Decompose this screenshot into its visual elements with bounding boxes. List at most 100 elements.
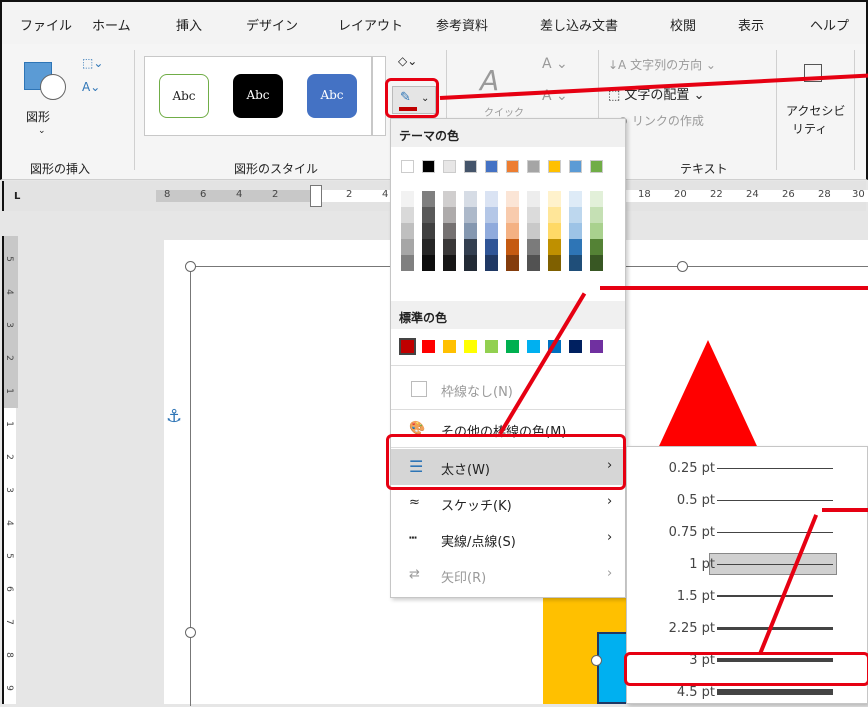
weight-option[interactable]: 2.25 pt (627, 613, 867, 643)
menu-item-no-outline[interactable]: 枠線なし(N) (391, 371, 625, 407)
theme-shade-swatch[interactable] (443, 223, 456, 239)
theme-shade-swatch[interactable] (422, 239, 435, 255)
theme-shade-swatch[interactable] (527, 223, 540, 239)
standard-color-swatch[interactable] (485, 340, 498, 353)
theme-shade-swatch[interactable] (401, 191, 414, 207)
theme-shade-swatch[interactable] (569, 223, 582, 239)
theme-shade-swatch[interactable] (422, 191, 435, 207)
gallery-scroll[interactable] (372, 56, 386, 136)
tab-insert[interactable]: 挿入 (176, 15, 202, 34)
vertical-ruler[interactable]: 5 4 3 2 1 1 2 3 4 5 6 7 8 9 (2, 236, 18, 704)
standard-color-swatch[interactable] (569, 340, 582, 353)
theme-color-swatch[interactable] (443, 160, 456, 173)
theme-shade-swatch[interactable] (527, 207, 540, 223)
standard-color-swatch[interactable] (464, 340, 477, 353)
menu-item-dash[interactable]: ┅ 実線/点線(S) › (391, 521, 625, 557)
edit-shape-icon[interactable]: ⬚⌄ (82, 56, 103, 70)
theme-shade-swatch[interactable] (590, 191, 603, 207)
tab-mailings[interactable]: 差し込み文書 (540, 15, 618, 34)
accessibility-label-1[interactable]: アクセシビ (786, 102, 845, 119)
theme-shade-swatch[interactable] (401, 207, 414, 223)
weight-option[interactable]: 0.75 pt (627, 517, 867, 547)
tab-file[interactable]: ファイル (20, 15, 72, 34)
theme-shade-swatch[interactable] (590, 223, 603, 239)
theme-color-swatch[interactable] (401, 160, 414, 173)
theme-shade-swatch[interactable] (422, 255, 435, 271)
theme-shade-swatch[interactable] (485, 223, 498, 239)
theme-shade-swatch[interactable] (527, 239, 540, 255)
tab-home[interactable]: ホーム (92, 15, 131, 34)
theme-color-swatch[interactable] (548, 160, 561, 173)
theme-shade-swatch[interactable] (569, 255, 582, 271)
tab-review[interactable]: 校閲 (670, 15, 696, 34)
standard-color-swatch[interactable] (527, 340, 540, 353)
theme-color-swatch[interactable] (485, 160, 498, 173)
theme-shade-swatch[interactable] (401, 239, 414, 255)
theme-shade-swatch[interactable] (590, 239, 603, 255)
theme-color-swatch[interactable] (569, 160, 582, 173)
theme-shade-swatch[interactable] (485, 191, 498, 207)
theme-color-swatch[interactable] (590, 160, 603, 173)
theme-shade-swatch[interactable] (506, 191, 519, 207)
tab-help[interactable]: ヘルプ (810, 15, 849, 34)
theme-shade-swatch[interactable] (527, 191, 540, 207)
theme-shade-swatch[interactable] (548, 207, 561, 223)
theme-shade-swatch[interactable] (401, 255, 414, 271)
standard-color-swatch[interactable] (443, 340, 456, 353)
standard-color-swatch[interactable] (399, 338, 416, 355)
theme-shade-swatch[interactable] (443, 191, 456, 207)
theme-shade-swatch[interactable] (548, 191, 561, 207)
theme-shade-swatch[interactable] (548, 239, 561, 255)
resize-handle[interactable] (185, 627, 196, 638)
theme-shade-swatch[interactable] (548, 223, 561, 239)
theme-shade-swatch[interactable] (485, 239, 498, 255)
theme-shade-swatch[interactable] (401, 223, 414, 239)
theme-shade-swatch[interactable] (569, 191, 582, 207)
style-sample-outline[interactable]: Abc (159, 74, 209, 118)
tab-layout[interactable]: レイアウト (338, 15, 403, 34)
resize-handle[interactable] (591, 655, 602, 666)
theme-shade-swatch[interactable] (485, 207, 498, 223)
theme-shade-swatch[interactable] (464, 191, 477, 207)
theme-shade-swatch[interactable] (506, 207, 519, 223)
theme-shade-swatch[interactable] (422, 207, 435, 223)
weight-option[interactable]: 1.5 pt (627, 581, 867, 611)
tab-design[interactable]: デザイン (246, 15, 298, 34)
weight-option[interactable]: 1 pt (627, 549, 867, 579)
indent-marker[interactable] (310, 185, 322, 207)
resize-handle[interactable] (185, 261, 196, 272)
theme-shade-swatch[interactable] (506, 223, 519, 239)
theme-shade-swatch[interactable] (443, 255, 456, 271)
shapes-chevron-icon[interactable]: ⌄ (38, 126, 46, 136)
theme-shade-swatch[interactable] (548, 255, 561, 271)
menu-item-sketch[interactable]: ≈ スケッチ(K) › (391, 485, 625, 521)
theme-shade-swatch[interactable] (569, 207, 582, 223)
accessibility-label-2[interactable]: リティ (792, 120, 827, 137)
theme-color-swatch[interactable] (506, 160, 519, 173)
theme-shade-swatch[interactable] (506, 239, 519, 255)
theme-color-swatch[interactable] (422, 160, 435, 173)
tab-stop-icon[interactable]: L (14, 191, 20, 202)
standard-color-swatch[interactable] (590, 340, 603, 353)
shapes-button-label[interactable]: 図形 (26, 108, 50, 125)
theme-shade-swatch[interactable] (443, 207, 456, 223)
tab-references[interactable]: 参考資料 (436, 15, 488, 34)
style-sample-dark[interactable]: Abc (233, 74, 283, 118)
theme-shade-swatch[interactable] (464, 223, 477, 239)
theme-shade-swatch[interactable] (443, 239, 456, 255)
theme-shade-swatch[interactable] (569, 239, 582, 255)
theme-shade-swatch[interactable] (464, 239, 477, 255)
theme-shade-swatch[interactable] (506, 255, 519, 271)
theme-shade-swatch[interactable] (590, 255, 603, 271)
textbox-icon[interactable]: A⌄ (82, 80, 100, 94)
theme-color-swatch[interactable] (464, 160, 477, 173)
standard-color-swatch[interactable] (422, 340, 435, 353)
theme-shade-swatch[interactable] (485, 255, 498, 271)
weight-option[interactable]: 0.25 pt (627, 453, 867, 483)
standard-color-swatch[interactable] (506, 340, 519, 353)
theme-shade-swatch[interactable] (590, 207, 603, 223)
style-sample-blue[interactable]: Abc (307, 74, 357, 118)
resize-handle[interactable] (677, 261, 688, 272)
theme-shade-swatch[interactable] (464, 255, 477, 271)
theme-shade-swatch[interactable] (527, 255, 540, 271)
